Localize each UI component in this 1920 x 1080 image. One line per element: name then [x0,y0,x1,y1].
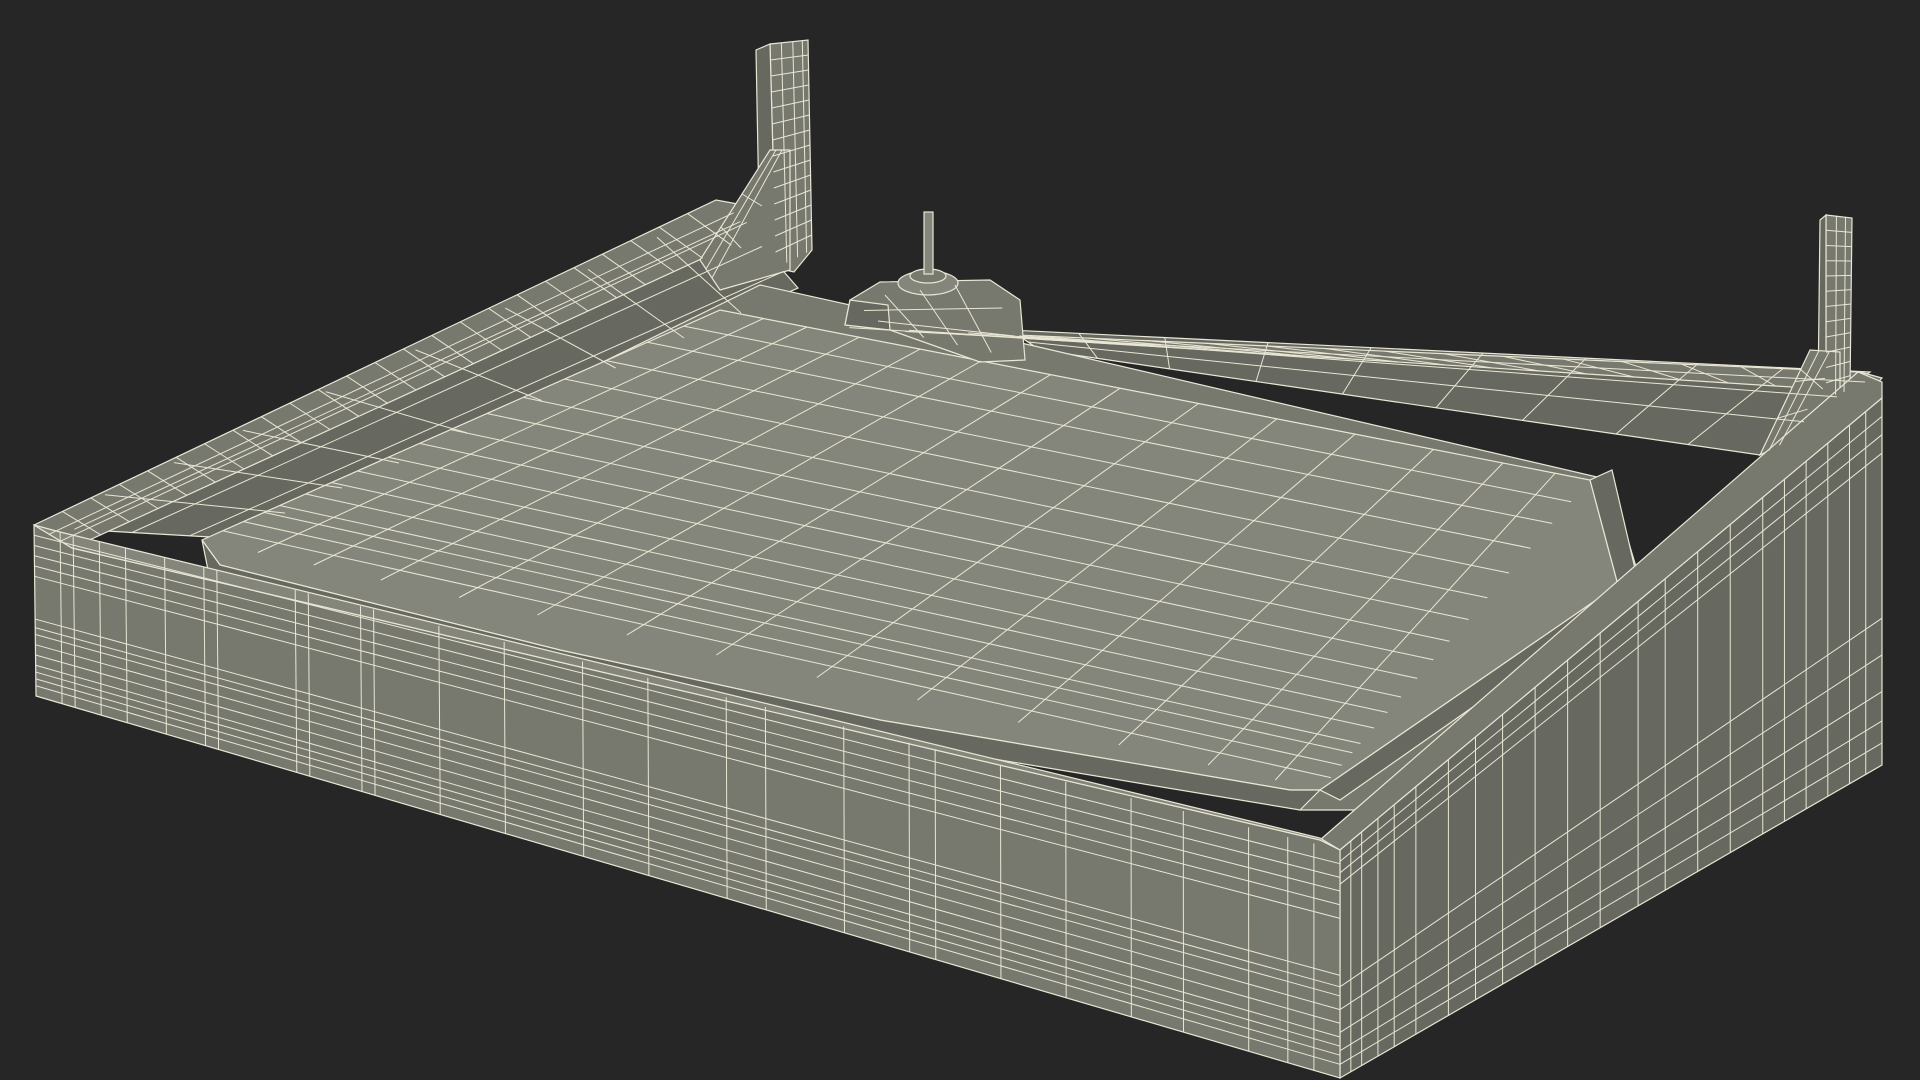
motor-shaft [923,211,934,275]
render-viewport [0,0,1920,1080]
front-wall-grid-u [934,749,937,960]
front-wall-grid-u [908,742,911,952]
wireframe-scene [0,0,1920,1080]
front-wall-grid-u [999,765,1002,979]
right-post-grid-v [1825,274,1852,277]
motor-block-side [844,299,891,331]
